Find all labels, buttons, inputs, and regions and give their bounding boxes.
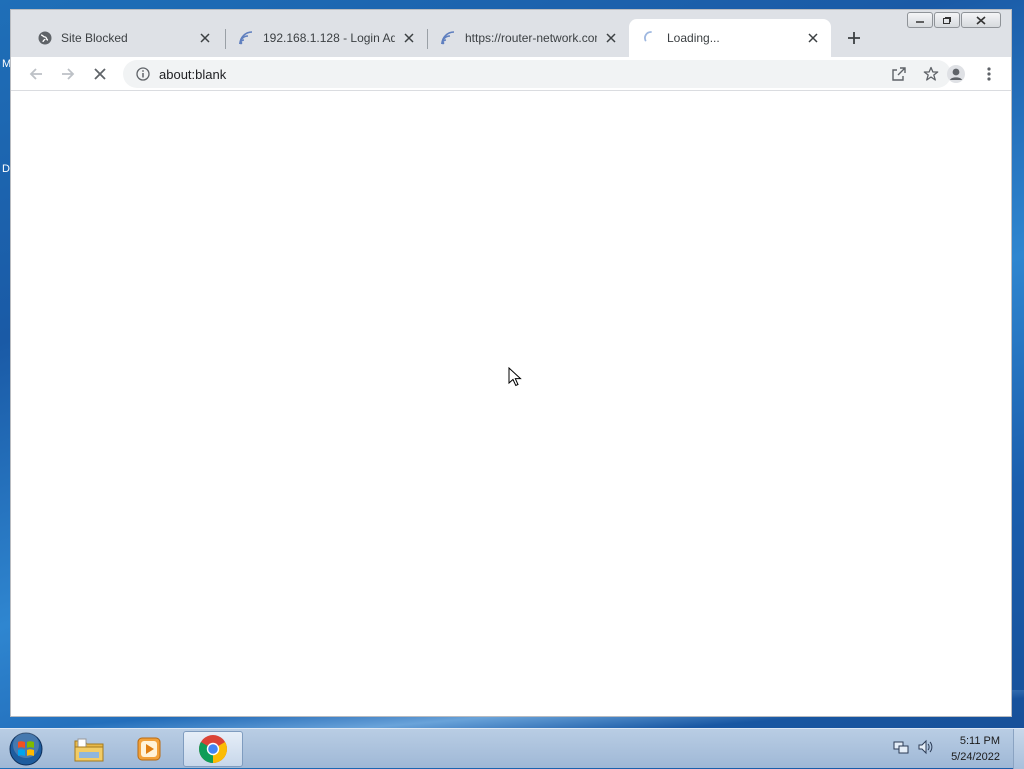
- tab-loading[interactable]: Loading...: [629, 19, 831, 57]
- tab-router-network[interactable]: https://router-network.com: [427, 20, 629, 56]
- taskbar-chrome[interactable]: [183, 731, 243, 767]
- desktop-icon-label[interactable]: D: [2, 163, 10, 175]
- close-icon[interactable]: [603, 30, 619, 46]
- mouse-cursor-icon: [508, 367, 522, 387]
- forward-button[interactable]: [56, 62, 80, 86]
- tab-strip: Site Blocked 192.168.1.128 - Login Admin…: [11, 10, 1011, 58]
- stop-button[interactable]: [88, 62, 112, 86]
- address-bar[interactable]: about:blank: [123, 60, 951, 88]
- kebab-menu-icon: [987, 67, 991, 81]
- tab-site-blocked[interactable]: Site Blocked: [23, 20, 223, 56]
- info-icon[interactable]: [135, 66, 151, 82]
- network-icon[interactable]: [893, 739, 909, 760]
- arrow-right-icon: [62, 68, 75, 80]
- browser-window: Site Blocked 192.168.1.128 - Login Admin…: [10, 9, 1012, 717]
- back-button[interactable]: [24, 62, 48, 86]
- profile-button[interactable]: [944, 62, 968, 86]
- tab-title: https://router-network.com: [465, 31, 597, 45]
- taskbar: 5:11 PM 5/24/2022: [0, 728, 1024, 769]
- clock-date: 5/24/2022: [951, 751, 1000, 763]
- close-icon[interactable]: [401, 30, 417, 46]
- minimize-icon: [916, 21, 924, 23]
- tab-title: 192.168.1.128 - Login Admin: [263, 31, 395, 45]
- tab-title: Site Blocked: [61, 31, 128, 45]
- browser-toolbar: about:blank: [11, 57, 1011, 91]
- share-icon[interactable]: [891, 66, 907, 82]
- new-tab-button[interactable]: [843, 27, 865, 49]
- spinner-icon: [643, 30, 659, 46]
- file-explorer-icon: [74, 738, 104, 762]
- windows-logo-icon: [9, 732, 43, 766]
- minimize-button[interactable]: [907, 12, 933, 28]
- wifi-icon: [239, 30, 255, 46]
- start-button[interactable]: [7, 731, 45, 767]
- star-icon[interactable]: [923, 66, 939, 82]
- window-controls: [907, 12, 1001, 28]
- close-icon: [976, 15, 986, 25]
- window-close-button[interactable]: [961, 12, 1001, 28]
- system-tray: 5:11 PM 5/24/2022: [893, 732, 1000, 766]
- volume-icon[interactable]: [917, 739, 933, 760]
- address-text[interactable]: about:blank: [159, 67, 226, 82]
- plus-icon: [848, 32, 860, 44]
- taskbar-clock[interactable]: 5:11 PM 5/24/2022: [951, 733, 1000, 765]
- menu-button[interactable]: [977, 62, 1001, 86]
- restore-icon: [943, 16, 951, 24]
- clock-time: 5:11 PM: [959, 735, 1000, 747]
- media-player-icon: [137, 737, 161, 761]
- page-content[interactable]: [11, 91, 1011, 716]
- globe-icon: [37, 30, 53, 46]
- show-desktop-button[interactable]: [1013, 729, 1024, 769]
- close-icon[interactable]: [805, 30, 821, 46]
- tab-title: Loading...: [667, 31, 720, 45]
- taskbar-media-player[interactable]: [121, 731, 177, 767]
- taskbar-explorer[interactable]: [61, 731, 117, 767]
- close-icon[interactable]: [197, 30, 213, 46]
- arrow-left-icon: [29, 68, 42, 80]
- close-icon: [94, 68, 106, 80]
- restore-button[interactable]: [934, 12, 960, 28]
- wifi-icon: [441, 30, 457, 46]
- avatar-icon: [947, 65, 965, 83]
- chrome-icon: [199, 735, 227, 763]
- tab-login-admin[interactable]: 192.168.1.128 - Login Admin: [225, 20, 427, 56]
